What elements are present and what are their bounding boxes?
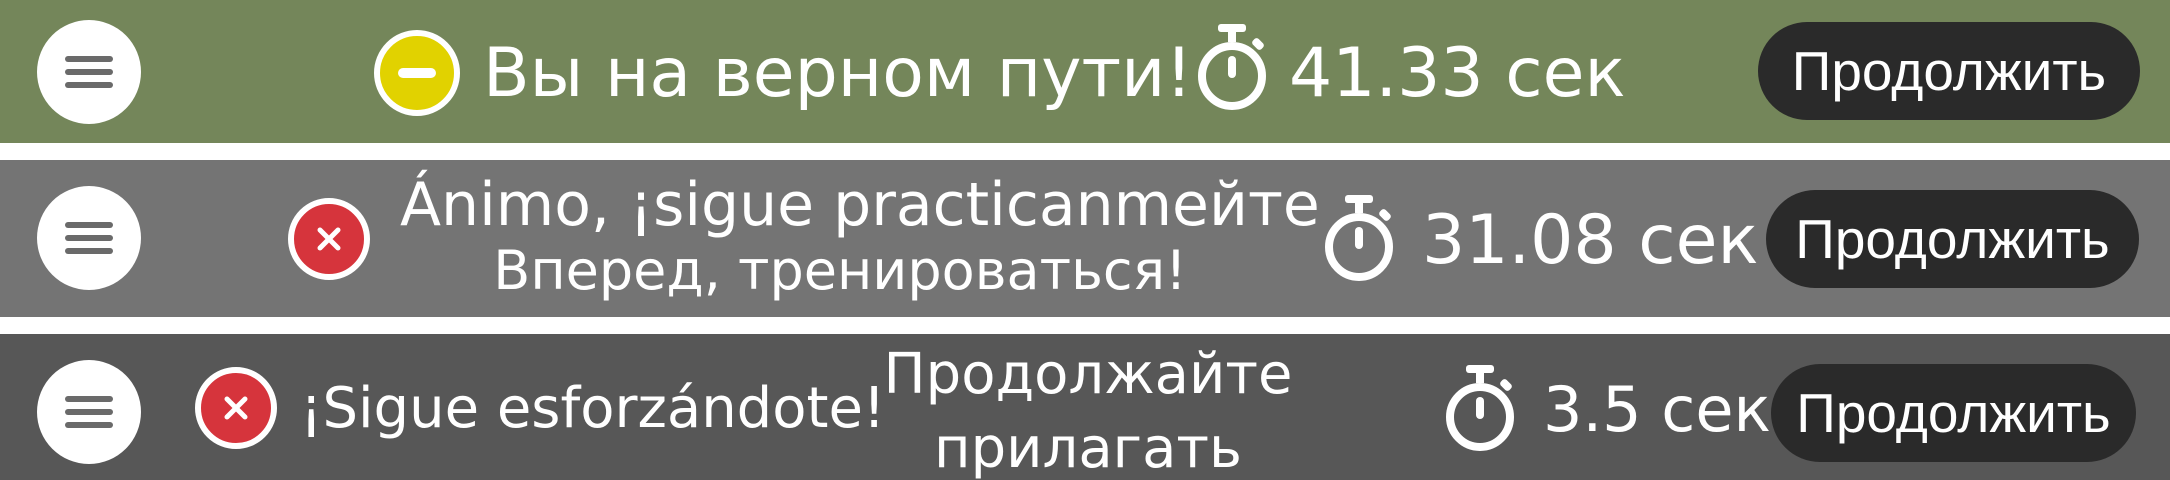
feedback-message: Ánimo, ¡sigue practicanmeйте: [400, 170, 1320, 240]
feedback-bar-2: Ánimo, ¡sigue practicanmeйте Вперед, тре…: [0, 160, 2170, 317]
feedback-message-translation-line1: Продолжайте: [883, 342, 1293, 407]
hamburger-menu-icon: [65, 396, 113, 428]
feedback-bar-3: ¡Sigue esforzándote! Продолжайте прилага…: [0, 334, 2170, 480]
stopwatch-icon: [1325, 195, 1393, 281]
elapsed-time: 3.5 сек: [1543, 373, 1771, 446]
feedback-message-translation: Вперед, тренироваться!: [493, 239, 1187, 302]
hamburger-menu-icon: [65, 222, 113, 254]
continue-button[interactable]: Продолжить: [1758, 22, 2140, 120]
continue-button[interactable]: Продолжить: [1766, 190, 2139, 288]
x-circle-icon: [288, 198, 370, 280]
stopwatch-icon: [1446, 365, 1514, 451]
menu-button[interactable]: [37, 186, 141, 290]
hamburger-menu-icon: [65, 56, 113, 88]
continue-button[interactable]: Продолжить: [1771, 364, 2136, 462]
elapsed-time: 41.33 сек: [1289, 34, 1626, 113]
stopwatch-icon: [1198, 24, 1266, 110]
menu-button[interactable]: [37, 360, 141, 464]
elapsed-time: 31.08 сек: [1422, 201, 1759, 280]
minus-circle-icon: [374, 30, 460, 116]
feedback-bar-1: Вы на верном пути! 41.33 сек Продолжить: [0, 0, 2170, 143]
x-circle-icon: [195, 367, 277, 449]
feedback-message: ¡Sigue esforzándote!: [300, 376, 886, 441]
feedback-message-translation-line2: прилагать: [933, 416, 1243, 480]
feedback-message: Вы на верном пути!: [483, 34, 1193, 113]
menu-button[interactable]: [37, 20, 141, 124]
